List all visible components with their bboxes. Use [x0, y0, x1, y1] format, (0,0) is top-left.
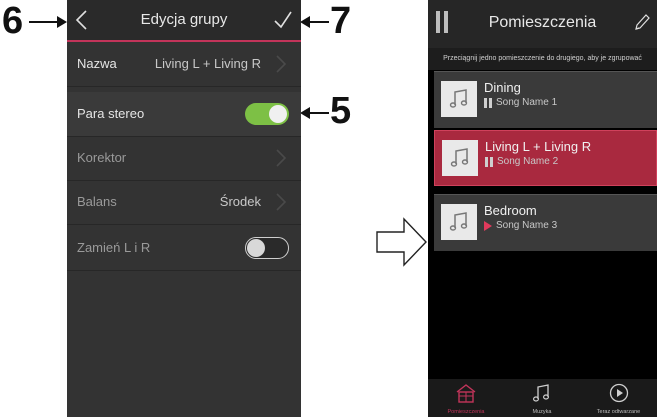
group-edit-header: Edycja grupy [67, 0, 301, 42]
stereo-pair-toggle[interactable] [245, 103, 289, 125]
music-note-icon [450, 148, 469, 167]
pencil-icon[interactable] [633, 12, 651, 32]
room-name: Dining [484, 80, 521, 95]
group-edit-screen: Edycja grupy Nazwa Living L + Living R P… [67, 0, 301, 417]
room-item[interactable]: Bedroom Song Name 3 [434, 194, 657, 251]
callout-7: 7 [330, 0, 352, 42]
swap-lr-label: Zamień L i R [77, 240, 151, 255]
music-note-icon [532, 384, 550, 402]
page-title: Edycja grupy [140, 11, 228, 28]
callout-6-arrow [29, 16, 67, 28]
house-icon [456, 384, 476, 403]
balance-value: Środek [219, 194, 261, 209]
room-name: Bedroom [484, 203, 537, 218]
tab-now-playing[interactable]: Teraz odtwarzane [580, 379, 657, 417]
song-name: Song Name 3 [496, 220, 558, 231]
pause-icon [484, 98, 494, 108]
play-circle-icon [609, 383, 628, 403]
chevron-right-icon [276, 149, 287, 167]
name-label: Nazwa [77, 56, 117, 71]
chevron-right-icon [276, 193, 287, 211]
pause-icon [485, 157, 495, 167]
equalizer-label: Korektor [77, 150, 127, 165]
tab-label: Teraz odtwarzane [596, 409, 641, 415]
chevron-right-icon [276, 55, 287, 73]
swap-lr-row: Zamień L i R [67, 226, 301, 271]
name-row[interactable]: Nazwa Living L + Living R [67, 42, 301, 87]
confirm-check-icon[interactable] [273, 9, 293, 31]
toggle-knob [269, 105, 287, 123]
album-art [442, 140, 478, 176]
tab-label: Pomieszczenia [447, 409, 485, 415]
room-name: Living L + Living R [485, 139, 592, 154]
stereo-pair-row: Para stereo [67, 92, 301, 137]
page-title: Pomieszczenia [488, 14, 597, 31]
rooms-screen: Pomieszczenia Przeciągnij jedno pomieszc… [428, 0, 657, 417]
toggle-knob [247, 239, 265, 257]
swap-lr-toggle[interactable] [245, 237, 289, 259]
callout-5: 5 [330, 90, 352, 132]
song-name: Song Name 2 [497, 156, 559, 167]
stereo-pair-label: Para stereo [77, 106, 145, 121]
tab-bar: Pomieszczenia Muzyka Teraz odtwarzane [428, 379, 657, 417]
album-art [441, 204, 477, 240]
callout-6: 6 [2, 0, 24, 42]
balance-row[interactable]: Balans Środek [67, 180, 301, 225]
song-name: Song Name 1 [496, 97, 558, 108]
music-note-icon [449, 212, 468, 231]
tab-label: Muzyka [532, 409, 552, 415]
room-item[interactable]: Dining Song Name 1 [434, 71, 657, 128]
name-value: Living L + Living R [154, 56, 261, 71]
room-item-active[interactable]: Living L + Living R Song Name 2 [434, 130, 657, 186]
callout-5-arrow [300, 107, 329, 119]
album-art [441, 81, 477, 117]
tab-music[interactable]: Muzyka [504, 379, 580, 417]
music-note-icon [449, 89, 468, 108]
drag-hint: Przeciągnij jedno pomieszczenie do drugi… [428, 48, 657, 70]
play-icon [484, 221, 492, 231]
equalizer-row[interactable]: Korektor [67, 136, 301, 181]
tab-rooms[interactable]: Pomieszczenia [428, 379, 504, 417]
balance-label: Balans [77, 194, 117, 209]
rooms-header: Pomieszczenia [428, 0, 657, 48]
callout-7-arrow [300, 16, 329, 28]
flow-arrow-icon [376, 217, 427, 267]
